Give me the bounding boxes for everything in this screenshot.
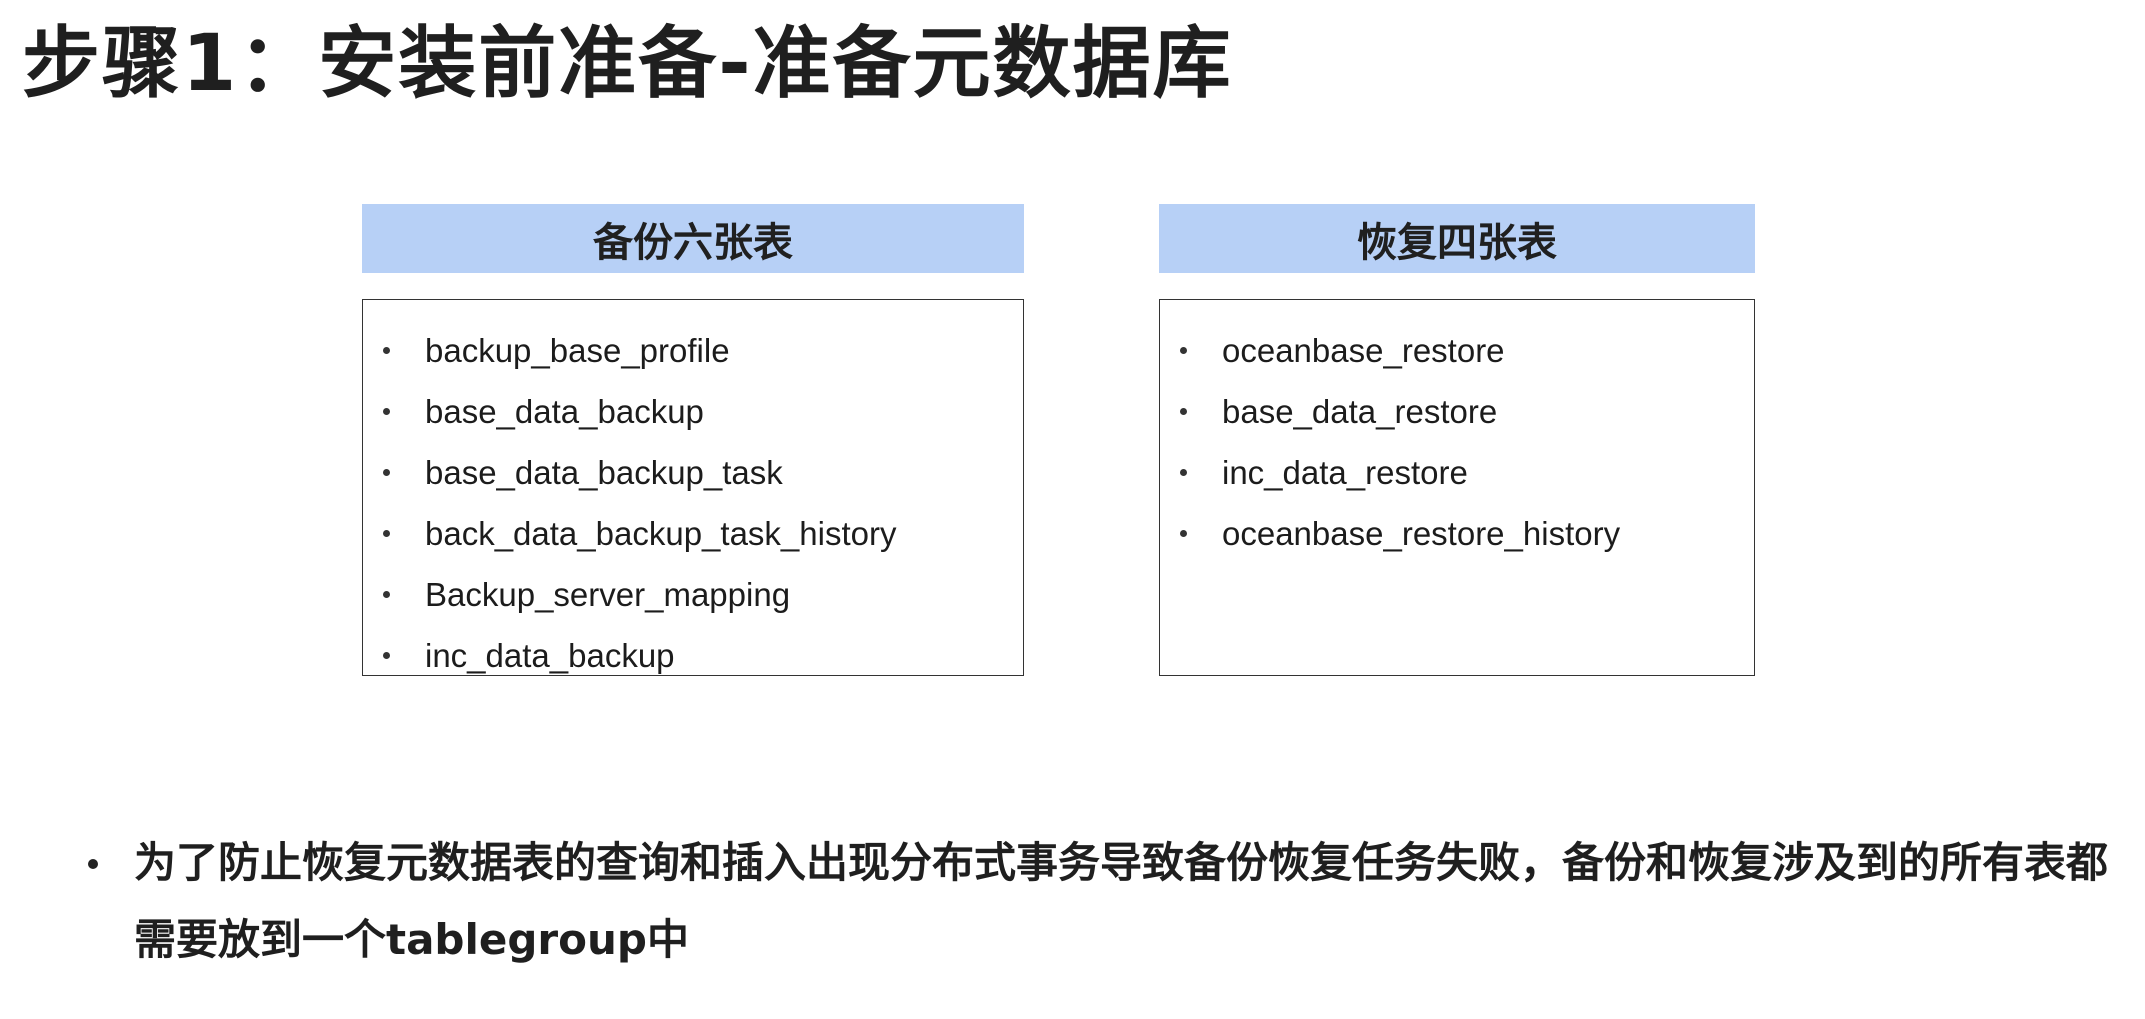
table-name: oceanbase_restore bbox=[1222, 331, 1505, 369]
bullet-icon bbox=[383, 652, 390, 659]
table-name: inc_data_restore bbox=[1222, 453, 1468, 491]
bullet-icon bbox=[383, 408, 390, 415]
list-item: Backup_server_mapping bbox=[383, 564, 1023, 625]
bullet-icon bbox=[1180, 408, 1187, 415]
list-item: backup_base_profile bbox=[383, 320, 1023, 381]
table-name: oceanbase_restore_history bbox=[1222, 514, 1621, 552]
restore-tables-list: oceanbase_restore base_data_restore inc_… bbox=[1160, 300, 1754, 564]
bullet-icon bbox=[383, 347, 390, 354]
list-item: base_data_restore bbox=[1180, 381, 1754, 442]
bullet-icon bbox=[383, 469, 390, 476]
table-name: base_data_backup bbox=[425, 392, 704, 430]
bullet-icon bbox=[383, 530, 390, 537]
table-name: Backup_server_mapping bbox=[425, 575, 791, 613]
note-text: 为了防止恢复元数据表的查询和插入出现分布式事务导致备份恢复任务失败，备份和恢复涉… bbox=[134, 838, 2109, 964]
list-item: base_data_backup_task bbox=[383, 442, 1023, 503]
table-name: base_data_backup_task bbox=[425, 453, 783, 491]
list-item: inc_data_restore bbox=[1180, 442, 1754, 503]
list-item: back_data_backup_task_history bbox=[383, 503, 1023, 564]
backup-panel-header: 备份六张表 bbox=[362, 204, 1024, 273]
table-name: base_data_restore bbox=[1222, 392, 1498, 430]
list-item: oceanbase_restore bbox=[1180, 320, 1754, 381]
restore-tables-panel: 恢复四张表 oceanbase_restore base_data_restor… bbox=[1159, 204, 1755, 676]
bullet-icon bbox=[88, 859, 98, 869]
list-item: inc_data_backup bbox=[383, 625, 1023, 686]
bullet-icon bbox=[1180, 530, 1187, 537]
table-name: back_data_backup_task_history bbox=[425, 514, 897, 552]
list-item: oceanbase_restore_history bbox=[1180, 503, 1754, 564]
bullet-icon bbox=[1180, 469, 1187, 476]
backup-tables-panel: 备份六张表 backup_base_profile base_data_back… bbox=[362, 204, 1024, 676]
backup-tables-list: backup_base_profile base_data_backup bas… bbox=[363, 300, 1023, 686]
restore-panel-header: 恢复四张表 bbox=[1159, 204, 1755, 273]
bullet-icon bbox=[1180, 347, 1187, 354]
page-title: 步骤1：安装前准备-准备元数据库 bbox=[22, 19, 1233, 109]
table-name: inc_data_backup bbox=[425, 636, 675, 674]
bullet-icon bbox=[383, 591, 390, 598]
restore-tables-box: oceanbase_restore base_data_restore inc_… bbox=[1159, 299, 1755, 676]
backup-tables-box: backup_base_profile base_data_backup bas… bbox=[362, 299, 1024, 676]
list-item: base_data_backup bbox=[383, 381, 1023, 442]
table-name: backup_base_profile bbox=[425, 331, 730, 369]
